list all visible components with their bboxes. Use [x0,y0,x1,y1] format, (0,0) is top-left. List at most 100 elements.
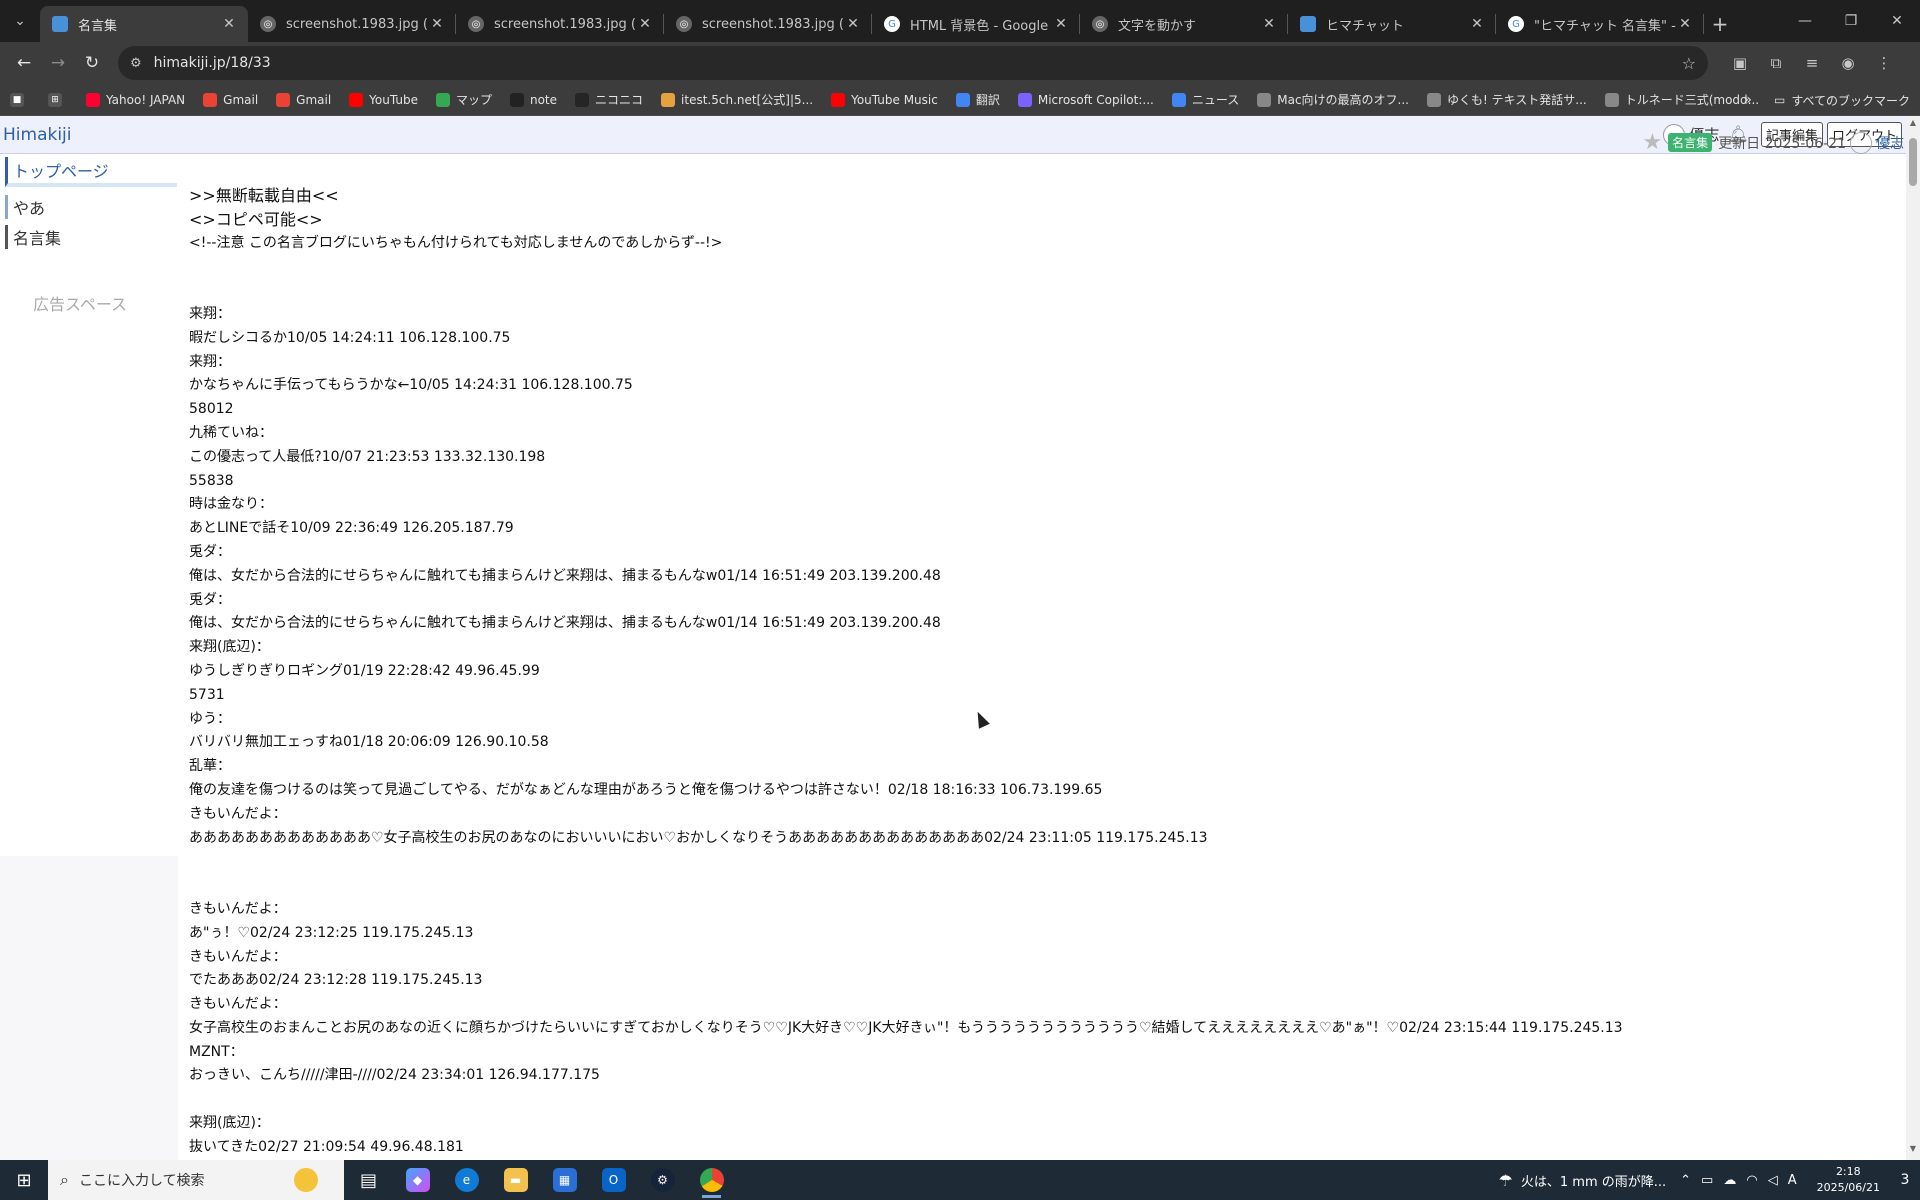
tab-close-icon[interactable]: ✕ [636,16,654,32]
minimize-icon[interactable]: — [1782,0,1828,42]
umbrella-icon: ☂ [1498,1170,1513,1190]
chevron-up-icon[interactable]: ⌃ [1680,1173,1691,1188]
file-explorer-icon[interactable]: ▬ [491,1160,540,1200]
comment-line: きもいんだよ： [189,996,287,1013]
bookmark-item[interactable]: Gmail [203,92,258,107]
browser-tab[interactable]: G HTML 背景色 - Google 検 ✕ [872,6,1080,42]
bookmark-label: YouTube [369,92,418,107]
tab-close-icon[interactable]: ✕ [428,16,446,32]
bookmark-item[interactable]: マップ [435,91,492,108]
browser-tab[interactable]: G "ヒマチャット 名言集" - Goo✕ [1496,6,1704,42]
reload-button[interactable]: ↻ [76,47,108,79]
browser-tab[interactable]: 名言集 ✕ [40,6,248,42]
scroll-down-icon[interactable]: ▼ [1906,1144,1920,1158]
screenshot-extension-icon[interactable]: ▣ [1722,47,1758,79]
bookmark-item[interactable]: YouTube Music [831,92,938,107]
bookmark-label: YouTube Music [851,92,938,107]
new-tab-button[interactable]: + [1704,6,1736,42]
windows-start-icon[interactable]: ⊞ [0,1160,48,1200]
bookmark-item[interactable]: Gmail [276,92,331,107]
site-info-icon[interactable]: ⚙ [130,56,142,71]
address-bar[interactable]: ⚙ himakiji.jp/18/33 ☆ [118,46,1708,80]
edge-icon[interactable]: e [442,1160,491,1200]
category-tag[interactable]: 名言集 [1668,133,1713,152]
notification-icon[interactable]: 3 [1890,1160,1920,1200]
author-name[interactable]: 優志 [1876,133,1904,153]
tab-strip: ⌄ 名言集✕◎screenshot.1983.jpg (1177✕◎screen… [0,0,1920,42]
sidebar-item-top-page[interactable]: トップページ [5,157,177,187]
bookmark-item[interactable]: ゆくも! テキスト発話サ... [1426,91,1587,108]
browser-toolbar: ← → ↻ ⚙ himakiji.jp/18/33 ☆ ▣ ⧉ ≡ ◉ ⋮ [0,42,1920,84]
forward-button[interactable]: → [42,47,74,79]
outlook-icon[interactable]: O [589,1160,638,1200]
tab-groups-icon[interactable]: ⊞ [48,92,68,107]
bookmark-item[interactable]: Yahoo! JAPAN [86,92,185,107]
tab-close-icon[interactable]: ✕ [1260,16,1278,32]
onedrive-icon[interactable]: ☁ [1723,1173,1736,1188]
bookmark-item[interactable]: itest.5ch.net[公式]|5... [661,91,813,108]
tab-close-icon[interactable]: ✕ [1676,16,1694,32]
author-avatar[interactable] [1850,131,1872,154]
bookmark-star-icon[interactable]: ☆ [1682,54,1696,73]
restore-icon[interactable]: ❐ [1828,0,1874,42]
browser-tab[interactable]: ◎ screenshot.1983.jpg (1177✕ [248,6,456,42]
ime-indicator[interactable]: A [1788,1173,1797,1188]
extensions-icon[interactable]: ⧉ [1758,47,1794,79]
bookmark-item[interactable]: YouTube [349,92,418,107]
bookmark-item[interactable]: トルネード三式(modd... [1604,91,1759,108]
taskbar: ⊞ ⌕ ここに入力して検索 ▤ ◆ e ▬ ▦ O ⚙ ☂ 火は、1 mm の雨… [0,1160,1920,1200]
back-button[interactable]: ← [8,47,40,79]
bookmark-favicon [575,92,590,107]
store-icon[interactable]: ▦ [540,1160,589,1200]
tab-close-icon[interactable]: ✕ [1468,16,1486,32]
sidebar-item-quotes[interactable]: 名言集 [5,225,177,249]
ad-space: 広告スペース [0,251,160,851]
bookmark-item[interactable]: 翻訳 [955,91,1000,108]
site-logo[interactable]: Himakiji [3,125,72,145]
close-window-icon[interactable]: ✕ [1874,0,1920,42]
tab-close-icon[interactable]: ✕ [1052,16,1070,32]
browser-tab[interactable]: ◎ 文字を動かす ✕ [1080,6,1288,42]
battery-icon[interactable]: ▭ [1701,1173,1713,1188]
favorite-star-icon[interactable]: ★ [1642,130,1662,155]
comment-line: 5731 [189,686,225,703]
taskbar-clock[interactable]: 2:18 2025/06/21 [1817,1164,1880,1196]
comment-line: 乱華： [189,758,231,775]
copilot-icon[interactable]: ◆ [393,1160,442,1200]
task-view-icon[interactable]: ▤ [344,1160,393,1200]
tab-title: screenshot.1983.jpg (1177 [702,16,844,32]
tab-search-button[interactable]: ⌄ [0,0,40,42]
bookmark-item[interactable]: Mac向けの最高のオフ... [1257,91,1409,108]
browser-tab[interactable]: ヒマチャット ✕ [1288,6,1496,42]
scroll-thumb[interactable] [1909,138,1917,186]
browser-tab[interactable]: ◎ screenshot.1983.jpg (1177✕ [664,6,872,42]
steam-icon[interactable]: ⚙ [638,1160,687,1200]
media-controls-icon[interactable]: ≡ [1794,47,1830,79]
chrome-icon[interactable] [687,1160,736,1200]
article-meta: ★ 名言集 更新日 2025-06-21 優志 [1642,130,1904,155]
scroll-up-icon[interactable]: ▲ [1906,118,1920,132]
bookmark-item[interactable]: Microsoft Copilot:... [1017,92,1154,107]
page-scrollbar[interactable]: ▲ ▼ [1906,116,1920,1160]
weather-widget[interactable]: ☂ 火は、1 mm の雨が降... [1499,1171,1667,1190]
wifi-icon[interactable]: ◠ [1746,1173,1757,1188]
bookmark-item[interactable]: note [509,92,557,107]
bookmark-favicon [831,92,846,107]
tab-close-icon[interactable]: ✕ [220,16,238,32]
bookmark-item[interactable]: ニコニコ [575,91,643,108]
tab-close-icon[interactable]: ✕ [844,16,862,32]
profile-avatar-icon[interactable]: ◉ [1830,47,1866,79]
globe-icon: ◎ [260,16,276,32]
comment-line: あああああああああああああ♡女子高校生のお尻のあなのにおいいいにおい♡おかしくな… [189,829,1208,846]
more-bookmarks-button[interactable]: » [1743,92,1752,108]
volume-icon[interactable]: ◁ [1768,1173,1778,1188]
bookmark-label: 翻訳 [975,93,1000,107]
sidebar-item-yaa[interactable]: やあ [5,195,177,219]
menu-icon[interactable]: ⋮ [1866,47,1902,79]
bookmark-label: ニュース [1191,93,1240,107]
browser-tab[interactable]: ◎ screenshot.1983.jpg (1177✕ [456,6,664,42]
apps-icon[interactable]: ■ [10,92,30,107]
taskbar-search[interactable]: ⌕ ここに入力して検索 [48,1160,344,1200]
bookmark-item[interactable]: ニュース [1171,91,1240,108]
all-bookmarks-button[interactable]: すべてのブックマーク [1791,92,1910,109]
